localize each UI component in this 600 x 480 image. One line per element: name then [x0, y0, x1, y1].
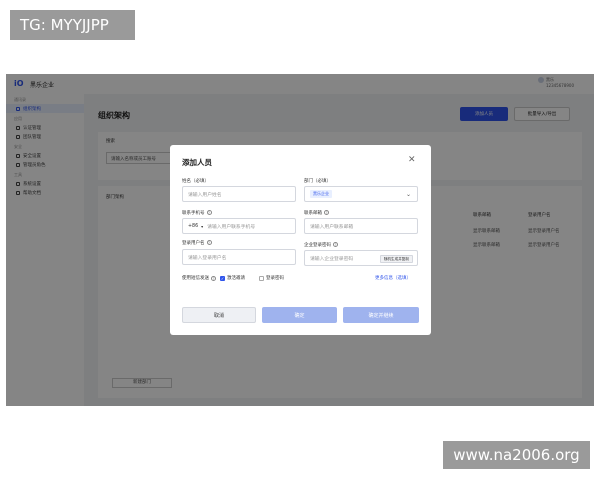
chevron-down-icon: ⌄: [405, 191, 411, 198]
username-placeholder: 请输入登录用户名: [188, 255, 227, 261]
department-label: 部门（必填）: [304, 179, 331, 184]
help-icon[interactable]: ?: [324, 210, 329, 215]
password-placeholder: 请输入企业登录密码: [310, 256, 354, 262]
phone-label: 联系手机号?: [182, 210, 212, 216]
generate-password-button[interactable]: 随机生成并复制: [379, 255, 413, 263]
email-label: 联系邮箱?: [304, 210, 329, 216]
caret-down-icon: ▾: [201, 223, 204, 229]
close-icon[interactable]: ✕: [408, 155, 416, 165]
department-select[interactable]: 黑乐企业 ⌄: [304, 186, 418, 202]
name-placeholder: 请输入用户姓名: [188, 192, 222, 198]
name-input[interactable]: 请输入用户姓名: [182, 186, 296, 202]
department-tag: 黑乐企业: [310, 190, 332, 198]
watermark-top-left: TG: MYYJJPP: [10, 10, 135, 40]
username-input[interactable]: 请输入登录用户名: [182, 249, 296, 265]
username-field-highlight: 登录用户名? 请输入登录用户名: [175, 236, 301, 272]
help-icon[interactable]: ?: [206, 240, 212, 245]
help-icon[interactable]: ?: [206, 210, 212, 215]
country-code[interactable]: +86: [188, 224, 198, 229]
phone-input[interactable]: +86 ▾ 请输入用户联系手机号: [182, 218, 296, 234]
phone-placeholder: 请输入用户联系手机号: [207, 224, 256, 230]
watermark-bottom-right: www.na2006.org: [443, 441, 590, 469]
password-input[interactable]: 请输入企业登录密码 随机生成并复制: [304, 250, 418, 266]
email-placeholder: 请输入用户联系邮箱: [310, 224, 354, 230]
name-label: 姓名（必填）: [182, 179, 209, 184]
username-label: 登录用户名?: [182, 240, 212, 246]
email-input[interactable]: 请输入用户联系邮箱: [304, 218, 418, 234]
dialog-title: 添加人员: [182, 158, 212, 167]
